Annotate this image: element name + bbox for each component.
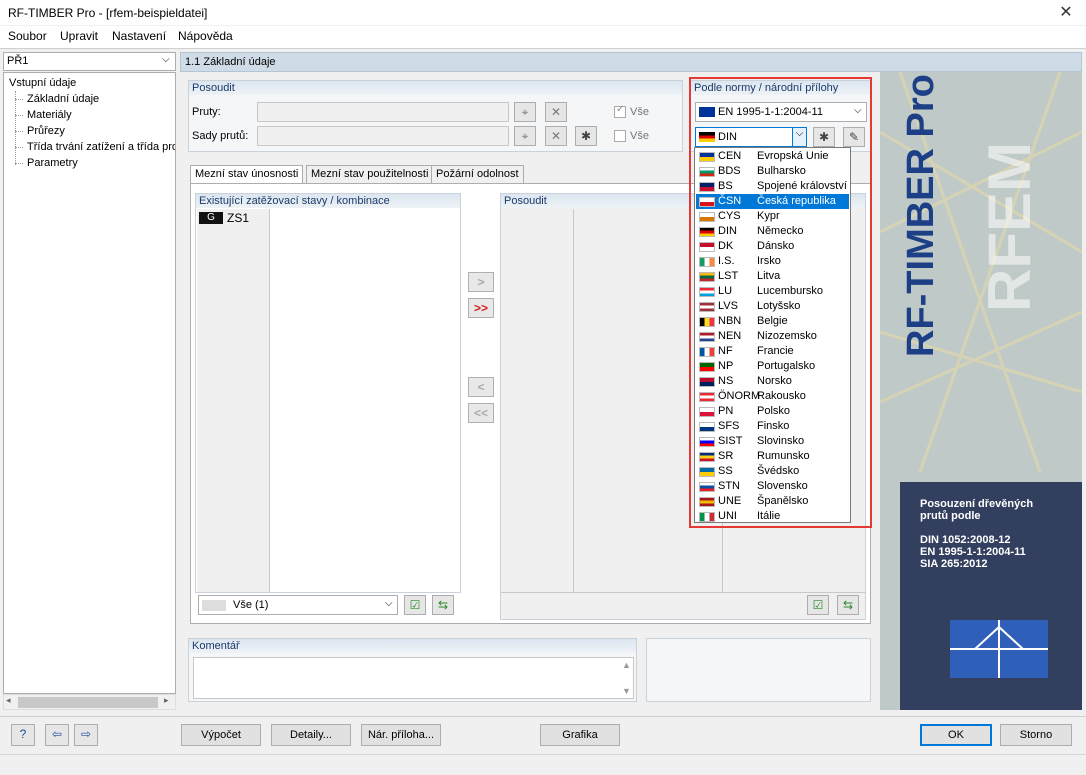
all-members-checkbox[interactable]: ✓	[614, 104, 626, 118]
invert-selection-icon[interactable]: ⇆	[837, 595, 859, 615]
title-bar: RF-TIMBER Pro - [rfem-beispieldatei] ✕	[0, 0, 1086, 26]
comment-header: Komentář	[189, 639, 636, 653]
select-all-icon[interactable]: ☑	[807, 595, 829, 615]
tab-uls[interactable]: Mezní stav únosnosti	[190, 165, 304, 185]
calculate-button[interactable]: Výpočet	[181, 724, 261, 746]
load-case-list: Existující zatěžovací stavy / kombinace …	[195, 193, 461, 593]
logo-brand: RF-TIMBER Pro	[900, 74, 942, 357]
product-logo: RF-TIMBER Pro RFEM Posouzení dřevěných p…	[880, 72, 1082, 710]
sets-field[interactable]	[257, 126, 509, 146]
tab-fire[interactable]: Požární odolnost	[431, 165, 524, 184]
filter-value: Vše (1)	[233, 599, 269, 611]
tab-sls[interactable]: Mezní stav použitelnosti	[306, 165, 434, 184]
members-field[interactable]	[257, 102, 509, 122]
all-sets-label: Vše	[630, 130, 649, 142]
comment-textarea[interactable]: ▲ ▼	[193, 657, 634, 699]
export-icon[interactable]: ⇨	[74, 724, 98, 746]
new-set-button[interactable]: ✱	[575, 126, 597, 146]
logo-desc-1: Posouzení dřevěných	[920, 498, 1034, 510]
move-all-right-button[interactable]: >>	[468, 298, 494, 318]
load-type-badge: G	[199, 212, 223, 224]
logo-watermark: RFEM	[976, 142, 1043, 312]
tree-item-materials[interactable]: Materiály	[27, 109, 72, 121]
logo-norm-3: SIA 265:2012	[920, 558, 988, 570]
status-bar	[0, 754, 1086, 775]
load-case-header: Existující zatěžovací stavy / kombinace	[196, 194, 460, 208]
scroll-left-icon[interactable]: ◂	[6, 695, 11, 706]
clear-members-button[interactable]: ✕	[545, 102, 567, 122]
comment-panel: Komentář ▲ ▼	[188, 638, 637, 702]
filter-select[interactable]: Vše (1) ⌵	[198, 595, 398, 615]
move-right-button[interactable]: >	[468, 272, 494, 292]
scroll-thumb[interactable]	[18, 697, 158, 708]
national-annex-button[interactable]: Nár. příloha...	[361, 724, 441, 746]
scroll-up-icon[interactable]: ▲	[622, 660, 631, 670]
tree-item-parameters[interactable]: Parametry	[27, 157, 78, 169]
highlight-box	[689, 77, 872, 528]
pick-sets-button[interactable]: ⌖	[514, 126, 536, 146]
pick-members-button[interactable]: ⌖	[514, 102, 536, 122]
menu-edit[interactable]: Upravit	[60, 29, 98, 43]
move-left-button[interactable]: <	[468, 377, 494, 397]
chevron-down-icon: ⌵	[385, 598, 393, 609]
invert-selection-icon[interactable]: ⇆	[432, 595, 454, 615]
window-title: RF-TIMBER Pro - [rfem-beispieldatei]	[8, 6, 208, 20]
select-all-icon[interactable]: ☑	[404, 595, 426, 615]
menu-bar: Soubor Upravit Nastavení Nápověda	[0, 26, 1086, 48]
list-item[interactable]: ZS1	[227, 211, 249, 225]
import-icon[interactable]: ⇦	[45, 724, 69, 746]
details-button[interactable]: Detaily...	[271, 724, 351, 746]
tree-item-duration[interactable]: Třída trvání zatížení a třída pro	[27, 141, 175, 153]
tree-item-basic[interactable]: Základní údaje	[27, 93, 99, 105]
case-select-value: PŘ1	[7, 55, 29, 67]
move-all-left-button[interactable]: <<	[468, 403, 494, 423]
bottom-separator	[0, 716, 1086, 717]
chevron-down-icon: ⌵	[162, 54, 170, 65]
section-title: 1.1 Základní údaje	[185, 56, 276, 68]
navigator-tree: Vstupní údaje Základní údaje Materiály P…	[3, 72, 176, 694]
design-panel-header: Posoudit	[189, 81, 682, 95]
graphics-button[interactable]: Grafika	[540, 724, 620, 746]
logo-desc-2: prutů podle	[920, 510, 981, 522]
case-select[interactable]: PŘ1 ⌵	[3, 52, 176, 71]
logo-norm-2: EN 1995-1-1:2004-11	[920, 546, 1026, 558]
menu-separator	[0, 48, 1086, 49]
scroll-right-icon[interactable]: ▸	[164, 695, 169, 706]
close-button[interactable]: ✕	[1046, 0, 1086, 26]
menu-help[interactable]: Nápověda	[178, 29, 233, 43]
all-members-label: Vše	[630, 106, 649, 118]
cancel-button[interactable]: Storno	[1000, 724, 1072, 746]
clear-sets-button[interactable]: ✕	[545, 126, 567, 146]
all-sets-checkbox[interactable]	[614, 130, 626, 142]
sets-label: Sady prutů:	[192, 130, 249, 142]
section-header: 1.1 Základní údaje	[180, 52, 1082, 72]
menu-file[interactable]: Soubor	[8, 29, 47, 43]
tree-item-sections[interactable]: Průřezy	[27, 125, 65, 137]
design-panel: Posoudit Pruty: ⌖ ✕ ✓ Vše Sady prutů: ⌖ …	[188, 80, 683, 152]
members-label: Pruty:	[192, 106, 221, 118]
ok-button[interactable]: OK	[920, 724, 992, 746]
scroll-down-icon[interactable]: ▼	[622, 686, 631, 696]
tree-root[interactable]: Vstupní údaje	[9, 77, 76, 89]
help-icon[interactable]: ?	[11, 724, 35, 746]
menu-settings[interactable]: Nastavení	[112, 29, 166, 43]
logo-norm-1: DIN 1052:2008-12	[920, 534, 1011, 546]
horizontal-scrollbar[interactable]: ◂ ▸	[3, 694, 176, 710]
info-panel	[646, 638, 871, 702]
